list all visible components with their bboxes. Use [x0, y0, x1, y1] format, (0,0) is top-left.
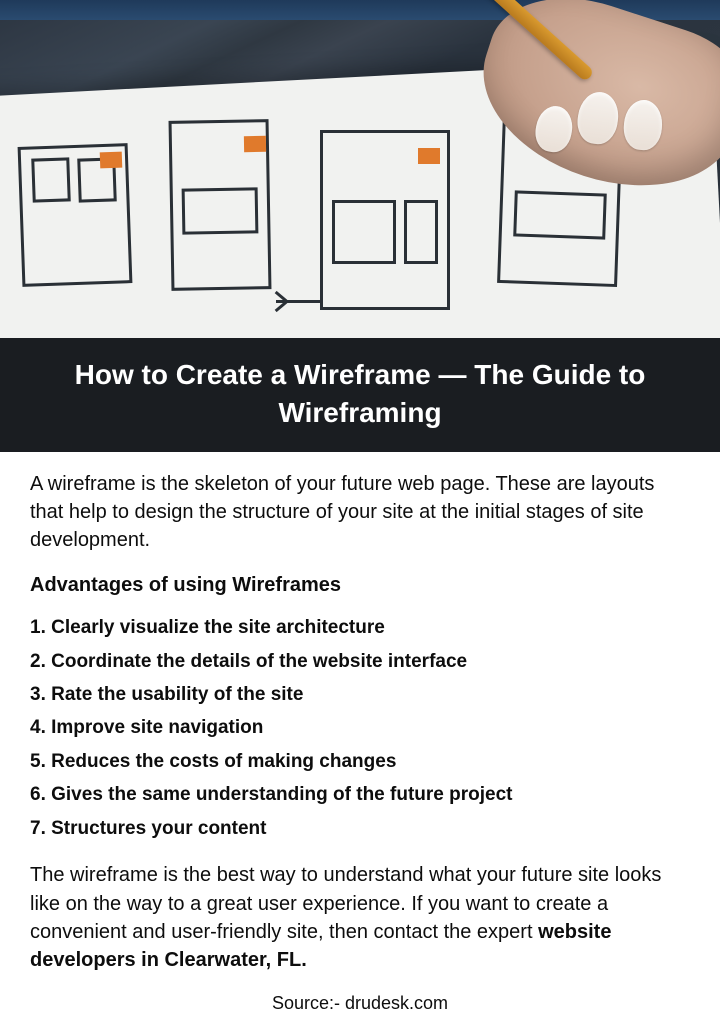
hero-top-bar — [0, 0, 720, 20]
wireframe-accent — [588, 134, 611, 151]
list-item: 5. Reduces the costs of making changes — [30, 747, 690, 776]
advantages-list: 1. Clearly visualize the site architectu… — [30, 613, 690, 843]
source-line: Source:- drudesk.com — [30, 991, 690, 1017]
wireframe-accent — [100, 152, 123, 169]
list-item: 3. Rate the usability of the site — [30, 680, 690, 709]
wireframe-accent — [244, 136, 266, 152]
wireframe-box — [182, 187, 259, 234]
arrow-icon — [276, 300, 320, 303]
list-item: 7. Structures your content — [30, 814, 690, 843]
hero-image — [0, 0, 720, 338]
wireframe-box — [332, 200, 396, 264]
list-item: 1. Clearly visualize the site architectu… — [30, 613, 690, 642]
wireframe-box — [404, 200, 438, 264]
wireframe-box — [513, 190, 607, 239]
list-item: 4. Improve site navigation — [30, 713, 690, 742]
wireframe-accent — [418, 148, 440, 164]
article-body: A wireframe is the skeleton of your futu… — [0, 452, 720, 1024]
page-title: How to Create a Wireframe — The Guide to… — [0, 338, 720, 452]
intro-paragraph: A wireframe is the skeleton of your futu… — [30, 470, 690, 555]
wireframe-box — [31, 157, 71, 202]
closing-paragraph: The wireframe is the best way to underst… — [30, 861, 690, 975]
list-item: 6. Gives the same understanding of the f… — [30, 780, 690, 809]
list-item: 2. Coordinate the details of the website… — [30, 647, 690, 676]
advantages-heading: Advantages of using Wireframes — [30, 571, 690, 599]
